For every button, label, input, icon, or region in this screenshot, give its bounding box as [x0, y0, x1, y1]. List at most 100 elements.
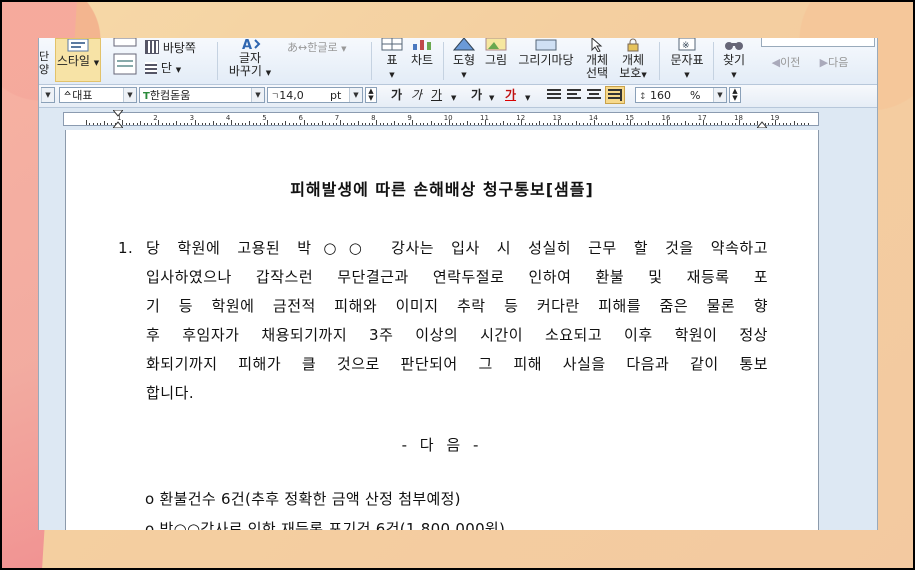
find-prev-button[interactable]: ◀이전	[761, 56, 811, 69]
page-bg-icon-button[interactable]	[111, 38, 139, 78]
list-item: o 박○○강사로 인한 재등록 포기건 6건(1,800,000원)	[145, 520, 506, 530]
ruler-tick	[154, 123, 156, 125]
ruler-tick	[263, 123, 265, 125]
document-page[interactable]: 피해발생에 따른 손해배상 청구통보[샘플] 1. 당 학원에 고용된 박○○ …	[65, 130, 819, 530]
ruler-tick	[659, 123, 661, 125]
ruler-tick	[699, 123, 701, 125]
hanja-convert-icon: あ↔	[287, 41, 308, 54]
chevron-down-icon: ▼	[265, 69, 272, 77]
ruler-tick	[499, 123, 501, 125]
object-select-button[interactable]: 개체 선택	[583, 38, 611, 80]
align-center-icon[interactable]	[587, 89, 601, 101]
char-table-icon: ※	[678, 38, 696, 51]
ruler-tick	[205, 123, 207, 125]
ruler-tick	[132, 123, 134, 125]
ruler-tick	[227, 123, 229, 125]
chart-icon	[413, 40, 431, 50]
ribbon-toolbar: 단 양 스타일 ▼ 바탕쪽 단 ▼ A 글자 바꾸기 ▼ あ↔한글로 ▼ 표 ▼…	[39, 38, 877, 85]
ruler-tick	[426, 123, 428, 125]
underline-button[interactable]: 가	[431, 88, 442, 102]
ruler-tick	[209, 123, 211, 125]
ruler-tick	[517, 123, 519, 125]
ruler-tick	[637, 123, 639, 125]
ruler-tick	[245, 123, 247, 125]
object-select-label-1: 개체	[585, 53, 609, 67]
line-spacing-select[interactable]: ↕ 160 % ▼	[635, 87, 727, 103]
ruler-tick	[343, 123, 345, 125]
find-input[interactable]	[761, 38, 875, 47]
align-distribute-icon	[608, 89, 622, 101]
ruler-tick	[201, 123, 203, 125]
bg-page-icon	[145, 40, 159, 54]
italic-button[interactable]: 가	[411, 88, 422, 102]
align-distribute-button[interactable]	[605, 86, 625, 104]
ruler-tick	[386, 123, 388, 125]
hangul-convert-button[interactable]: あ↔한글로 ▼	[287, 41, 363, 56]
char-table-button[interactable]: ※ 문자표 ▼	[665, 38, 709, 82]
line-spacing-spinner[interactable]: ▲ ▼	[729, 87, 741, 103]
text-color-button[interactable]: 가	[505, 88, 516, 102]
ruler-tick	[111, 123, 113, 125]
leftmost-dropdown[interactable]: ▼	[41, 87, 55, 103]
ruler-tick	[488, 123, 490, 125]
ruler-tick	[793, 121, 795, 125]
find-prev-label: 이전	[780, 56, 801, 69]
find-next-label: 다음	[828, 56, 849, 69]
ruler-tick	[608, 123, 610, 125]
svg-text:A: A	[242, 38, 252, 50]
ruler-tick	[328, 123, 330, 125]
font-select[interactable]: T한컴돋움 ▼	[139, 87, 265, 103]
style-select[interactable]: ᅀ대표 ▼	[59, 87, 137, 103]
section-heading: - 다 음 -	[401, 436, 483, 454]
ruler-number: 6	[298, 114, 303, 122]
align-left-icon[interactable]	[567, 89, 581, 101]
ruler-tick	[800, 123, 802, 125]
ruler-tick	[553, 123, 555, 125]
chevron-down-icon[interactable]: ▼	[451, 91, 456, 105]
ruler-tick	[143, 123, 145, 125]
chart-button[interactable]: 차트	[405, 38, 439, 67]
ruler-tick	[307, 123, 309, 125]
ruler-tick	[510, 123, 512, 125]
shape-button[interactable]: 도형 ▼	[449, 38, 479, 82]
table-button[interactable]: 표 ▼	[379, 38, 405, 82]
ruler-number: 16	[661, 114, 671, 122]
picture-button[interactable]: 그림	[481, 38, 511, 67]
ruler-tick	[288, 123, 290, 125]
svg-text:※: ※	[682, 41, 690, 51]
word-processor-window: 단 양 스타일 ▼ 바탕쪽 단 ▼ A 글자 바꾸기 ▼ あ↔한글로 ▼ 표 ▼…	[38, 38, 878, 530]
find-button[interactable]: 찾기 ▼	[719, 38, 749, 82]
horizontal-ruler[interactable]: 1 2 3 4 5 6 7 8 9 10 11 12 13 14 15 16 17 18 19	[39, 108, 877, 130]
ruler-tick	[528, 123, 530, 125]
page-bg-button[interactable]: 바탕쪽	[145, 40, 209, 55]
ruler-tick	[172, 123, 174, 125]
bold-button[interactable]: 가	[391, 88, 402, 102]
columns-button[interactable]: 단 ▼	[145, 62, 209, 77]
font-size-select[interactable]: ㄱ14,0 pt ▼	[267, 87, 363, 103]
left-indent-marker-icon[interactable]	[113, 110, 123, 128]
paragraph-line: 입사하였으나 갑작스런 무단결근과 연락두절로 인하여 환불 및 재등록 포	[146, 268, 768, 286]
ruler-tick	[535, 123, 537, 125]
font-size-spinner[interactable]: ▲ ▼	[365, 87, 377, 103]
chevron-down-icon[interactable]: ▼	[525, 91, 530, 105]
ruler-tick	[481, 123, 483, 125]
table-label: 표	[386, 53, 398, 67]
strike-button[interactable]: 가	[471, 88, 482, 102]
style-button[interactable]: 스타일 ▼	[55, 38, 101, 82]
drawing-gallery-button[interactable]: 그리기마당	[515, 38, 577, 67]
align-justify-icon[interactable]	[547, 89, 561, 101]
font-change-button[interactable]: A 글자 바꾸기 ▼	[227, 38, 273, 80]
dan-layout-button[interactable]: 단 양	[39, 50, 51, 76]
chevron-down-icon[interactable]: ▼	[489, 91, 494, 105]
object-protect-button[interactable]: 개체 보호▼	[613, 38, 653, 82]
ruler-tick	[412, 120, 414, 125]
chevron-down-icon: ▼	[123, 88, 136, 102]
ruler-tick	[267, 120, 269, 125]
ruler-number: 10	[443, 114, 453, 122]
find-next-button[interactable]: ▶다음	[809, 56, 859, 69]
style-icon	[67, 39, 89, 52]
ruler-tick	[303, 120, 305, 125]
ruler-tick	[771, 123, 773, 125]
right-indent-marker-icon[interactable]	[757, 110, 767, 128]
picture-label: 그림	[484, 53, 508, 67]
